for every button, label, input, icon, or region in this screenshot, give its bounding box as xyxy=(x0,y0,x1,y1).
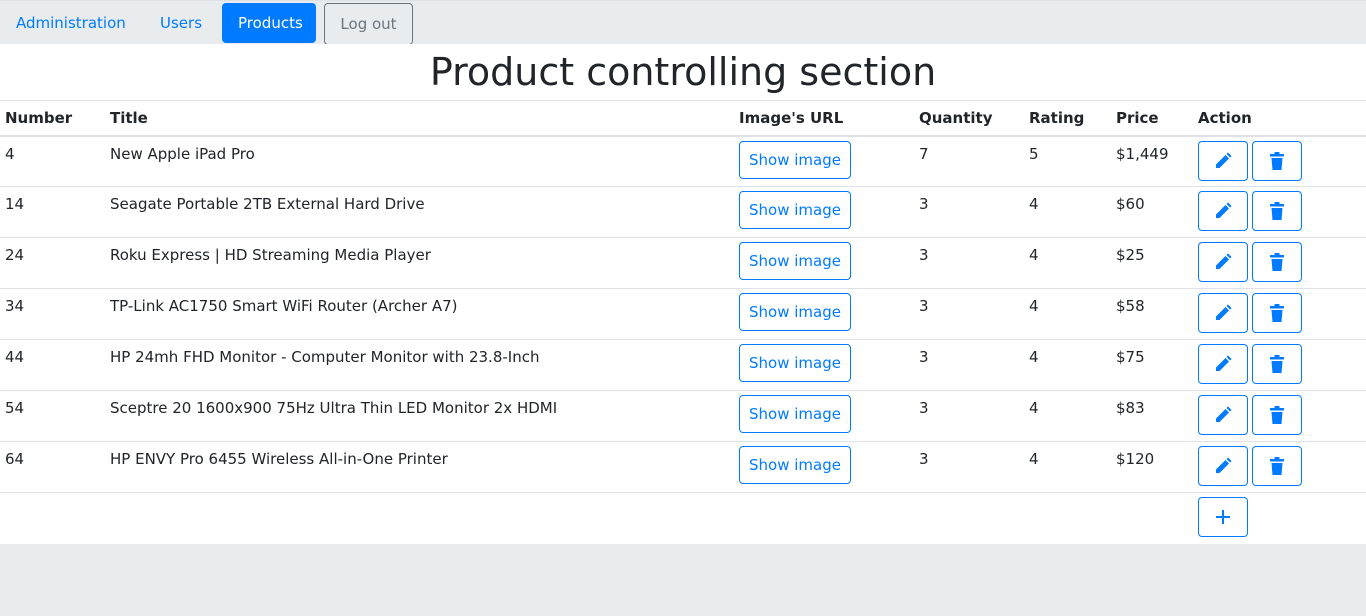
cell-rating: 4 xyxy=(1024,339,1111,391)
cell-title: HP ENVY Pro 6455 Wireless All-in-One Pri… xyxy=(105,441,734,493)
cell-title: Seagate Portable 2TB External Hard Drive xyxy=(105,186,734,238)
cell-quantity: 3 xyxy=(914,237,1024,289)
cell-number: 14 xyxy=(0,186,105,238)
pencil-icon xyxy=(1216,253,1232,269)
delete-product-button[interactable] xyxy=(1252,140,1302,181)
edit-product-button[interactable] xyxy=(1198,344,1248,384)
nav-users[interactable]: Users xyxy=(144,3,218,43)
cell-price: $58 xyxy=(1111,288,1193,340)
trash-icon xyxy=(1270,457,1284,475)
table-row: 44 HP 24mh FHD Monitor - Computer Monitor… xyxy=(0,339,1366,391)
column-header-action: Action xyxy=(1193,100,1366,137)
cell-quantity: 3 xyxy=(914,288,1024,340)
column-header-rating: Rating xyxy=(1024,100,1111,137)
column-header-quantity: Quantity xyxy=(914,100,1024,137)
column-header-number: Number xyxy=(0,100,105,137)
cell-number: 34 xyxy=(0,288,105,340)
delete-product-button[interactable] xyxy=(1252,293,1302,333)
trash-icon xyxy=(1270,151,1284,170)
nav-products[interactable]: Products xyxy=(222,3,316,43)
cell-title: Sceptre 20 1600x900 75Hz Ultra Thin LED … xyxy=(105,390,734,442)
column-header-title: Title xyxy=(105,100,734,137)
cell-quantity: 7 xyxy=(914,135,1024,187)
cell-price: $25 xyxy=(1111,237,1193,289)
pencil-icon xyxy=(1216,406,1232,422)
cell-number: 4 xyxy=(0,135,105,187)
add-product-row xyxy=(0,493,1366,544)
cell-quantity: 3 xyxy=(914,441,1024,493)
top-navigation: Administration Users Products Log out xyxy=(0,0,1366,45)
cell-number: 24 xyxy=(0,237,105,289)
table-row: 64 HP ENVY Pro 6455 Wireless All-in-One P… xyxy=(0,441,1366,493)
table-row: 24 Roku Express | HD Streaming Media Play… xyxy=(0,237,1366,289)
cell-title: HP 24mh FHD Monitor - Computer Monitor w… xyxy=(105,339,734,391)
cell-number: 54 xyxy=(0,390,105,442)
cell-title: Roku Express | HD Streaming Media Player xyxy=(105,237,734,289)
cell-price: $120 xyxy=(1111,441,1193,493)
cell-quantity: 3 xyxy=(914,390,1024,442)
trash-icon xyxy=(1270,355,1284,373)
edit-product-button[interactable] xyxy=(1198,293,1248,333)
product-panel: Product controlling section Number Title… xyxy=(0,44,1366,544)
pencil-icon xyxy=(1216,355,1232,371)
cell-number: 44 xyxy=(0,339,105,391)
cell-price: $75 xyxy=(1111,339,1193,391)
column-header-price: Price xyxy=(1111,100,1193,137)
logout-button[interactable]: Log out xyxy=(324,3,413,45)
pencil-icon xyxy=(1216,304,1232,320)
show-image-button[interactable]: Show image xyxy=(739,395,851,433)
table-row: 34 TP-Link AC1750 Smart WiFi Router (Arch… xyxy=(0,288,1366,340)
edit-product-button[interactable] xyxy=(1198,395,1248,435)
delete-product-button[interactable] xyxy=(1252,446,1302,486)
table-header-row: Number Title Image's URL Quantity Rating… xyxy=(0,100,1366,137)
add-product-button[interactable] xyxy=(1198,497,1248,537)
trash-icon xyxy=(1270,304,1284,322)
show-image-button[interactable]: Show image xyxy=(739,140,851,179)
delete-product-button[interactable] xyxy=(1252,344,1302,384)
table-row: 4 New Apple iPad Pro Show image 7 5 $1,449 xyxy=(0,135,1366,187)
cell-rating: 5 xyxy=(1024,135,1111,187)
products-table: Number Title Image's URL Quantity Rating… xyxy=(0,100,1366,544)
delete-product-button[interactable] xyxy=(1252,242,1302,282)
pencil-icon xyxy=(1216,202,1232,218)
show-image-button[interactable]: Show image xyxy=(739,446,851,484)
cell-rating: 4 xyxy=(1024,237,1111,289)
cell-price: $1,449 xyxy=(1111,135,1193,187)
cell-rating: 4 xyxy=(1024,390,1111,442)
plus-icon xyxy=(1216,510,1230,524)
pencil-icon xyxy=(1216,457,1232,473)
trash-icon xyxy=(1270,406,1284,424)
pencil-icon xyxy=(1216,152,1232,168)
cell-quantity: 3 xyxy=(914,339,1024,391)
cell-rating: 4 xyxy=(1024,186,1111,238)
table-row: 14 Seagate Portable 2TB External Hard Dri… xyxy=(0,186,1366,238)
show-image-button[interactable]: Show image xyxy=(739,344,851,382)
trash-icon xyxy=(1270,253,1284,271)
cell-title: TP-Link AC1750 Smart WiFi Router (Archer… xyxy=(105,288,734,340)
show-image-button[interactable]: Show image xyxy=(739,242,851,280)
trash-icon xyxy=(1270,202,1284,220)
edit-product-button[interactable] xyxy=(1198,140,1248,181)
delete-product-button[interactable] xyxy=(1252,191,1302,231)
cell-rating: 4 xyxy=(1024,288,1111,340)
cell-price: $83 xyxy=(1111,390,1193,442)
nav-administration[interactable]: Administration xyxy=(0,3,142,43)
cell-title: New Apple iPad Pro xyxy=(105,135,734,187)
edit-product-button[interactable] xyxy=(1198,446,1248,486)
table-row: 54 Sceptre 20 1600x900 75Hz Ultra Thin LE… xyxy=(0,390,1366,442)
show-image-button[interactable]: Show image xyxy=(739,293,851,331)
cell-price: $60 xyxy=(1111,186,1193,238)
cell-quantity: 3 xyxy=(914,186,1024,238)
cell-rating: 4 xyxy=(1024,441,1111,493)
edit-product-button[interactable] xyxy=(1198,242,1248,282)
delete-product-button[interactable] xyxy=(1252,395,1302,435)
show-image-button[interactable]: Show image xyxy=(739,191,851,229)
edit-product-button[interactable] xyxy=(1198,191,1248,231)
column-header-image-url: Image's URL xyxy=(734,100,914,137)
cell-number: 64 xyxy=(0,441,105,493)
page-title: Product controlling section xyxy=(429,50,937,94)
